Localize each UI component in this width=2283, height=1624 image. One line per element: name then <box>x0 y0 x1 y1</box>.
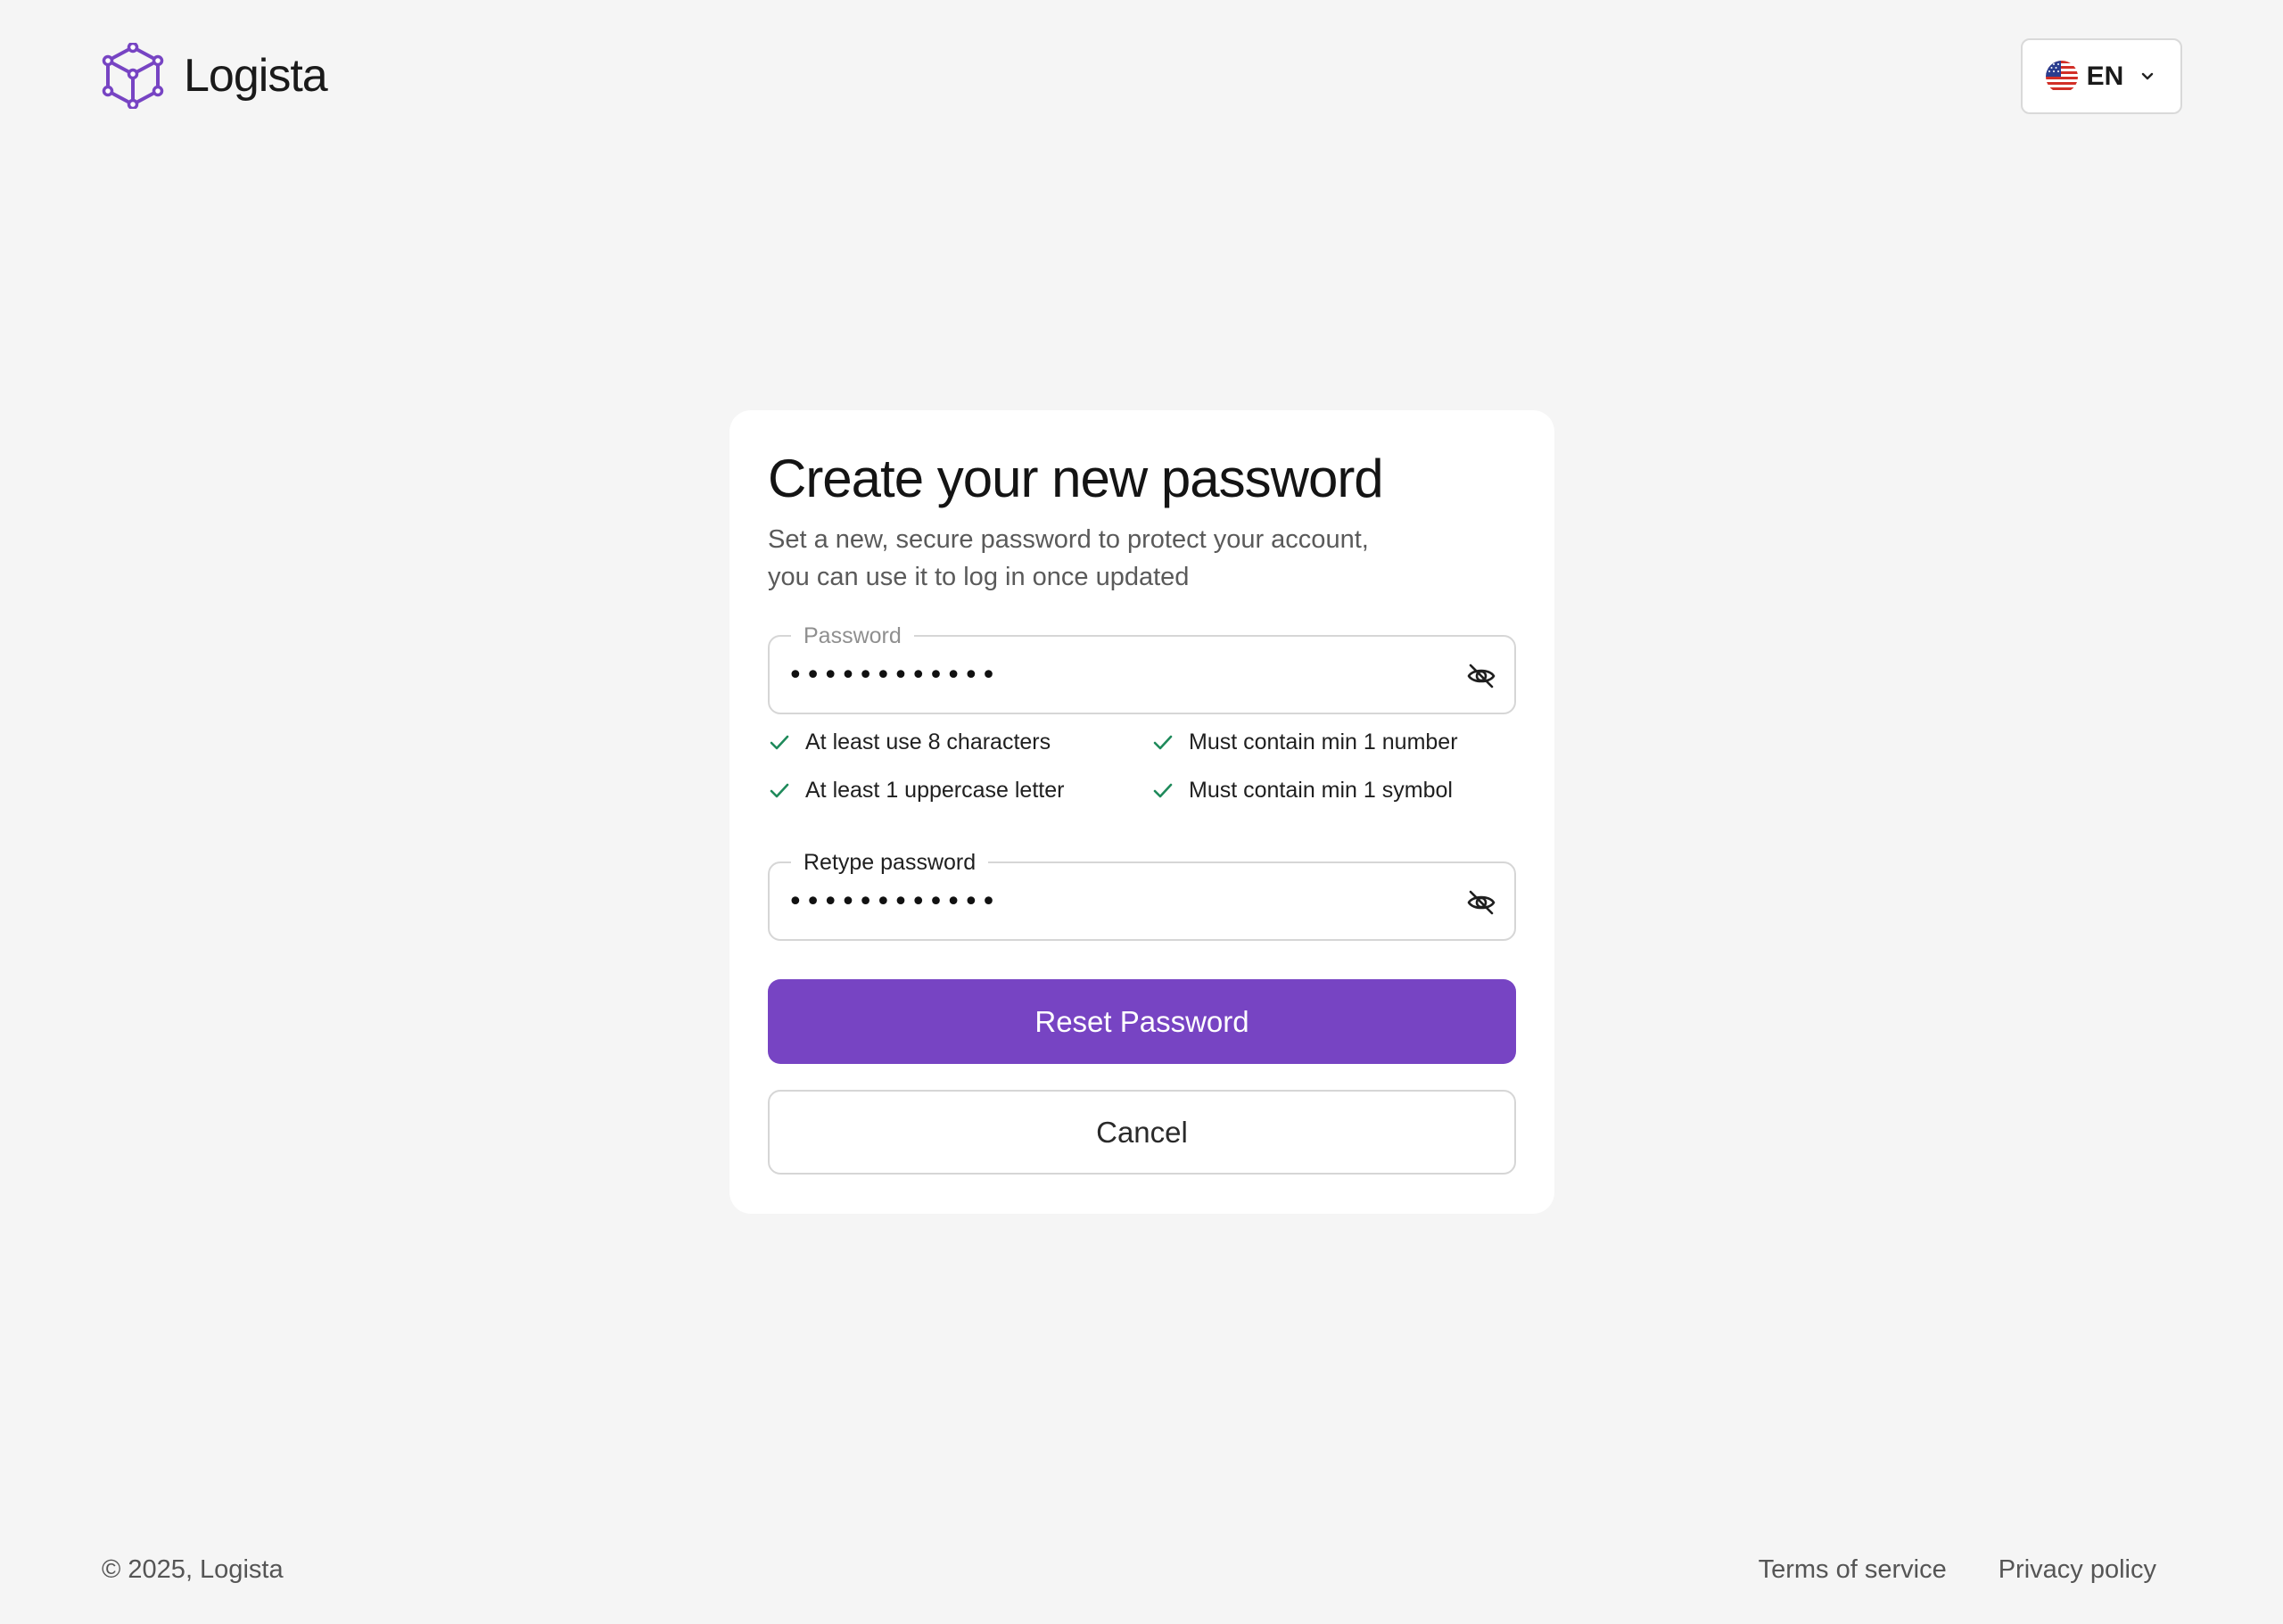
password-field[interactable]: Password •••••••••••• <box>768 622 1516 714</box>
reset-password-card: Create your new password Set a new, secu… <box>729 410 1554 1214</box>
check-icon <box>770 783 789 797</box>
chevron-down-icon <box>2132 67 2157 87</box>
reset-password-page: Logista EN Create your new password Set … <box>0 0 2283 1624</box>
check-icon <box>770 735 789 749</box>
rule-text: At least use 8 characters <box>805 730 1051 754</box>
check-icon <box>1153 783 1173 797</box>
language-selector[interactable]: EN <box>2021 38 2182 114</box>
us-flag-icon <box>2045 60 2078 93</box>
retype-password-label: Retype password <box>791 849 989 876</box>
eye-off-icon[interactable] <box>1466 661 1496 691</box>
subtitle-line: Set a new, secure password to protect yo… <box>768 525 1369 554</box>
eye-off-icon[interactable] <box>1466 887 1496 918</box>
rule-item: At least 1 uppercase letter <box>768 778 1064 804</box>
privacy-policy-link[interactable]: Privacy policy <box>1999 1555 2156 1585</box>
retype-password-input[interactable]: •••••••••••• <box>787 886 998 918</box>
password-input[interactable]: •••••••••••• <box>787 660 998 691</box>
cube-network-icon <box>102 43 164 109</box>
rule-item: Must contain min 1 number <box>1151 730 1458 755</box>
subtitle-line: you can use it to log in once updated <box>768 563 1190 591</box>
cancel-button[interactable]: Cancel <box>768 1090 1516 1175</box>
terms-of-service-link[interactable]: Terms of service <box>1759 1555 1947 1585</box>
brand-name: Logista <box>184 50 328 102</box>
check-icon <box>1153 735 1173 749</box>
language-code: EN <box>2086 61 2124 91</box>
rule-text: Must contain min 1 number <box>1189 730 1458 754</box>
page-subtitle: Set a new, secure password to protect yo… <box>768 521 1369 596</box>
password-rules: At least use 8 characters Must contain m… <box>768 730 1516 819</box>
page-title: Create your new password <box>768 449 1384 508</box>
rule-item: Must contain min 1 symbol <box>1151 778 1453 804</box>
copyright: © 2025, Logista <box>102 1555 284 1584</box>
password-label: Password <box>791 622 914 649</box>
footer-links: Terms of service Privacy policy <box>1759 1555 2156 1585</box>
rule-item: At least use 8 characters <box>768 730 1051 755</box>
reset-password-button[interactable]: Reset Password <box>768 979 1516 1064</box>
rule-text: At least 1 uppercase letter <box>805 778 1065 803</box>
brand[interactable]: Logista <box>102 43 328 109</box>
retype-password-field[interactable]: Retype password •••••••••••• <box>768 849 1516 941</box>
rule-text: Must contain min 1 symbol <box>1189 778 1453 803</box>
